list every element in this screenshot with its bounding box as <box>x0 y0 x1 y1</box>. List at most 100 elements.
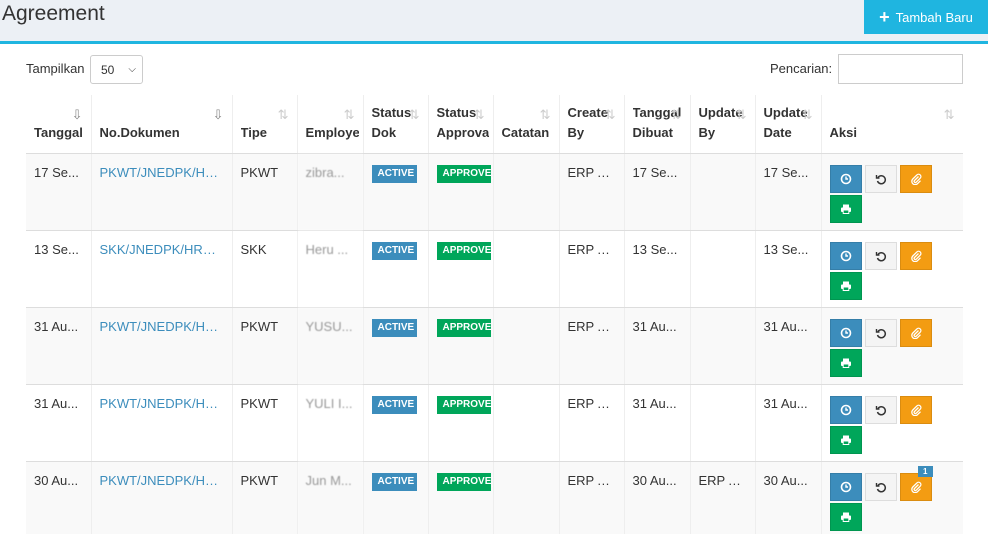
print-button[interactable] <box>829 348 862 377</box>
column-header[interactable]: Status Approval ⇅ <box>428 95 494 154</box>
status-dok-cell: ACTIVE <box>363 307 429 385</box>
attachment-button[interactable] <box>899 318 932 347</box>
attachment-button[interactable] <box>899 395 932 424</box>
column-header[interactable]: Aksi ⇅ <box>821 95 963 154</box>
print-button[interactable] <box>829 502 862 531</box>
paperclip-icon <box>910 481 922 493</box>
status-dok-badge: ACTIVE <box>371 318 417 337</box>
revert-button[interactable] <box>864 318 897 347</box>
attachment-button[interactable] <box>899 164 932 193</box>
history-button[interactable] <box>829 318 862 347</box>
print-button[interactable] <box>829 425 862 454</box>
cell-update-by <box>690 307 756 385</box>
column-header[interactable]: Tanggal ⇩ <box>26 95 92 154</box>
revert-button[interactable] <box>864 472 897 501</box>
paperclip-icon <box>910 404 922 416</box>
undo-icon <box>875 481 887 493</box>
cell-dokumen[interactable]: PKWT/JNEDPK/HR... <box>91 307 233 385</box>
cell-tanggal: 30 Au... <box>26 461 92 534</box>
revert-button[interactable] <box>864 164 897 193</box>
actions-row <box>829 241 955 270</box>
cell-update-by: ERP A... <box>690 461 756 534</box>
sort-icon: ⇅ <box>943 107 955 122</box>
column-header[interactable]: Tanggal Dibuat ⇅ <box>624 95 691 154</box>
actions-row <box>829 424 955 454</box>
cell-tipe: PKWT <box>232 461 298 534</box>
column-header-line2: Catatan <box>501 124 550 140</box>
actions-row <box>829 193 955 223</box>
cell-dokumen[interactable]: PKWT/JNEDPK/HR... <box>91 153 233 231</box>
cell-update-date: 30 Au... <box>755 461 822 534</box>
column-header-line2: Tanggal <box>34 124 83 140</box>
attachment-button[interactable] <box>899 241 932 270</box>
cell-catatan <box>493 461 560 534</box>
clock-icon <box>840 404 852 416</box>
add-new-label: Tambah Baru <box>895 9 973 25</box>
column-header-line2: Date <box>763 124 792 140</box>
column-header[interactable]: Catatan ⇅ <box>493 95 560 154</box>
cell-create-by: ERP A... <box>559 461 625 534</box>
column-header[interactable]: Tipe ⇅ <box>232 95 298 154</box>
revert-button[interactable] <box>864 395 897 424</box>
cell-create-by: ERP A... <box>559 384 625 462</box>
cell-catatan <box>493 307 560 385</box>
search-input[interactable] <box>838 54 963 84</box>
agreement-table: Tanggal⇩No.Dokumen⇩Tipe⇅Employee⇅StatusD… <box>26 95 963 534</box>
page-title: Agreement <box>2 2 105 25</box>
column-header[interactable]: Update By ⇅ <box>690 95 756 154</box>
history-button[interactable] <box>829 241 862 270</box>
status-approval-cell: APPROVED <box>428 384 494 462</box>
status-approval-badge: APPROVED <box>436 318 491 337</box>
column-header[interactable]: No.Dokumen ⇩ <box>91 95 233 154</box>
page-length-value: 50 <box>101 62 115 77</box>
column-header[interactable]: Update Date ⇅ <box>755 95 822 154</box>
actions-cell <box>821 230 963 308</box>
cell-dokumen[interactable]: SKK/JNEDPK/HRD-... <box>91 230 233 308</box>
page-header: Agreement + Tambah Baru <box>0 0 988 44</box>
column-header[interactable]: Employee ⇅ <box>297 95 364 154</box>
print-button[interactable] <box>829 194 862 223</box>
cell-update-by <box>690 153 756 231</box>
cell-create-by: ERP A... <box>559 153 625 231</box>
attachment-button[interactable]: 1 <box>899 465 933 501</box>
revert-button[interactable] <box>864 241 897 270</box>
print-icon <box>840 280 852 292</box>
add-new-button[interactable]: + Tambah Baru <box>864 0 988 34</box>
column-header-line2: Approval <box>436 124 489 140</box>
column-header-label: Employee <box>306 123 359 143</box>
status-dok-badge: ACTIVE <box>371 395 417 414</box>
paperclip-icon <box>910 250 922 262</box>
table-row: 31 Au... PKWT/JNEDPK/HR... PKWT YULI I... AC… <box>26 384 963 462</box>
agreement-table-wrap: Tanggal⇩No.Dokumen⇩Tipe⇅Employee⇅StatusD… <box>26 95 963 534</box>
cell-update-date: 31 Au... <box>755 384 822 462</box>
column-header-label: Aksi <box>830 123 959 143</box>
history-button[interactable] <box>829 164 862 193</box>
sort-icon: ⇅ <box>343 107 355 122</box>
table-row: 17 Se... PKWT/JNEDPK/HR... PKWT zibra... ACT… <box>26 153 963 231</box>
cell-tipe: PKWT <box>232 307 298 385</box>
cell-dokumen[interactable]: PKWT/JNEDPK/HR... <box>91 384 233 462</box>
column-header[interactable]: Create By ⇅ <box>559 95 625 154</box>
print-icon <box>840 357 852 369</box>
sort-icon: ⇅ <box>604 107 616 122</box>
history-button[interactable] <box>829 472 862 501</box>
page-length-select[interactable]: 50 ⌵ <box>90 55 143 84</box>
table-row: 30 Au... PKWT/JNEDPK/HR... PKWT Jun M... ACT… <box>26 461 963 534</box>
table-body: 17 Se... PKWT/JNEDPK/HR... PKWT zibra... ACT… <box>26 153 963 534</box>
paperclip-icon <box>910 173 922 185</box>
history-button[interactable] <box>829 395 862 424</box>
cell-create-by: ERP A... <box>559 230 625 308</box>
status-dok-badge: ACTIVE <box>371 241 417 260</box>
undo-icon <box>875 327 887 339</box>
length-label: Tampilkan <box>26 61 85 76</box>
column-header[interactable]: Status Dok ⇅ <box>363 95 429 154</box>
column-header-line2: Aksi <box>829 124 857 140</box>
actions-row: 1 <box>829 465 955 501</box>
cell-employee: YUSU... <box>297 307 364 385</box>
column-header-label: No.Dokumen <box>100 123 228 143</box>
cell-dokumen[interactable]: PKWT/JNEDPK/HR... <box>91 461 233 534</box>
column-header-line2: Employee <box>305 124 359 140</box>
print-button[interactable] <box>829 271 862 300</box>
sort-desc-icon: ⇩ <box>212 107 224 122</box>
status-approval-cell: APPROVED <box>428 461 494 534</box>
